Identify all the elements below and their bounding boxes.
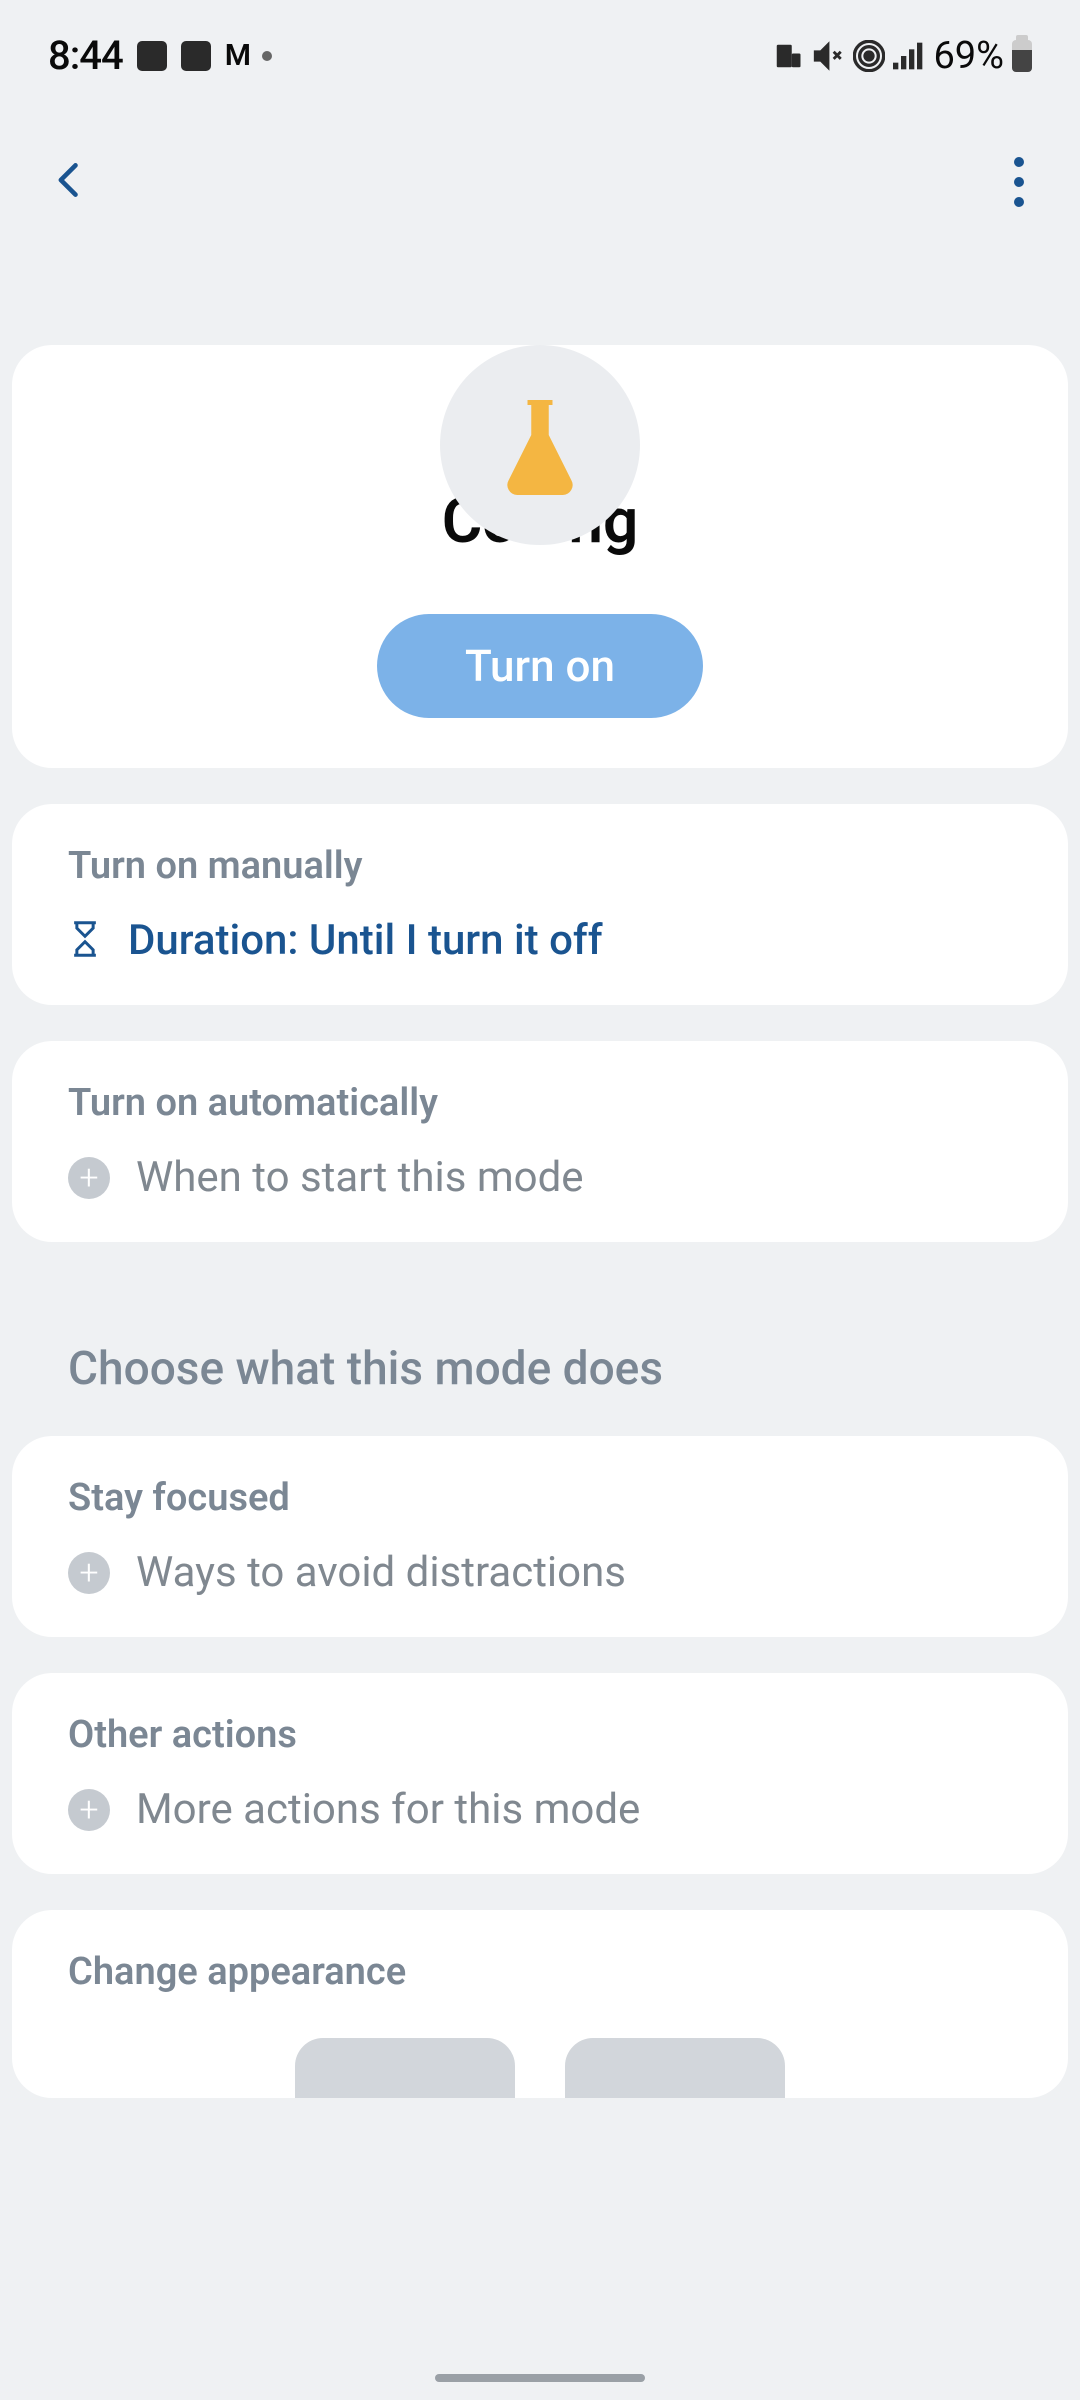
building-icon <box>773 41 803 71</box>
duration-row[interactable]: Duration: Until I turn it off <box>68 916 1012 965</box>
mode-icon-circle[interactable] <box>440 345 640 545</box>
appearance-thumbnail[interactable] <box>565 2038 785 2098</box>
appearance-thumbnail[interactable] <box>295 2038 515 2098</box>
auto-heading: Turn on automatically <box>68 1081 1012 1125</box>
flask-icon <box>500 395 580 495</box>
appearance-heading: Change appearance <box>68 1950 1012 1994</box>
battery-percentage: 69% <box>933 34 1004 78</box>
hotspot-icon <box>853 40 885 72</box>
hero-area: Coding Turn on <box>0 345 1080 768</box>
focused-card: Stay focused + Ways to avoid distraction… <box>12 1436 1068 1637</box>
overflow-menu-button[interactable] <box>1006 149 1032 215</box>
other-row[interactable]: + More actions for this mode <box>68 1785 1012 1834</box>
gmail-icon: M <box>225 38 248 73</box>
status-time: 8:44 <box>48 32 123 79</box>
hourglass-icon <box>68 920 102 962</box>
schedule-label: When to start this mode <box>136 1153 584 1202</box>
other-label: More actions for this mode <box>136 1785 640 1834</box>
manual-heading: Turn on manually <box>68 844 1012 888</box>
focused-heading: Stay focused <box>68 1476 1012 1520</box>
status-left: 8:44 M <box>48 32 272 79</box>
section-title: Choose what this mode does <box>0 1342 1080 1396</box>
appearance-thumbnails <box>68 2038 1012 2098</box>
plus-icon: + <box>68 1552 110 1594</box>
home-indicator[interactable] <box>435 2374 645 2382</box>
image-icon <box>137 41 167 71</box>
manual-card: Turn on manually Duration: Until I turn … <box>12 804 1068 1005</box>
focused-label: Ways to avoid distractions <box>136 1548 626 1597</box>
nav-bar <box>0 99 1080 245</box>
battery-icon <box>1012 40 1032 72</box>
turn-on-button[interactable]: Turn on <box>377 614 703 718</box>
appearance-card: Change appearance <box>12 1910 1068 2098</box>
signal-icon <box>893 42 925 70</box>
plus-icon: + <box>68 1789 110 1831</box>
notification-dot <box>262 51 272 61</box>
auto-card: Turn on automatically + When to start th… <box>12 1041 1068 1242</box>
other-heading: Other actions <box>68 1713 1012 1757</box>
focused-row[interactable]: + Ways to avoid distractions <box>68 1548 1012 1597</box>
other-card: Other actions + More actions for this mo… <box>12 1673 1068 1874</box>
status-bar: 8:44 M 69% <box>0 0 1080 99</box>
plus-icon: + <box>68 1157 110 1199</box>
duration-label: Duration: Until I turn it off <box>128 916 603 965</box>
schedule-row[interactable]: + When to start this mode <box>68 1153 1012 1202</box>
calendar-icon <box>181 41 211 71</box>
mute-icon <box>811 39 845 73</box>
back-button[interactable] <box>48 158 92 206</box>
status-right: 69% <box>773 34 1032 78</box>
